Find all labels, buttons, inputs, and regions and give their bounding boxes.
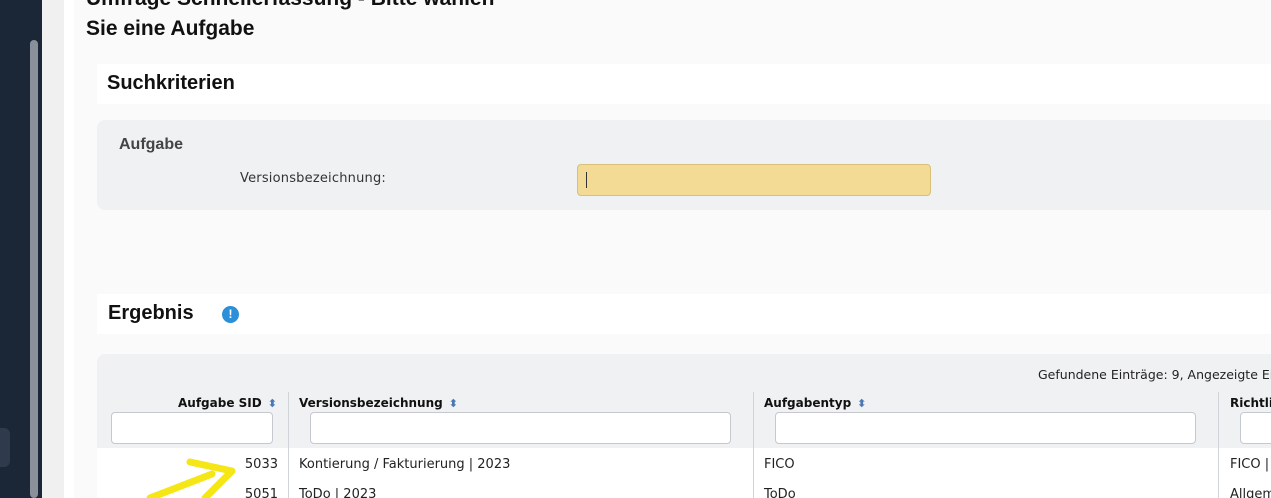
sort-icon[interactable]: ⬍ [268, 397, 277, 410]
cell-version[interactable]: ToDo | 2023 [299, 487, 376, 498]
sidebar-scrollbar-thumb[interactable] [30, 40, 38, 498]
result-table-body: 5033 Kontierung / Fakturierung | 2023 FI… [97, 448, 1271, 498]
sidebar-item[interactable] [0, 428, 10, 467]
page-title-line2: Sie eine Aufgabe [86, 17, 255, 40]
sort-icon[interactable]: ⬍ [449, 397, 458, 410]
filter-guideline-input[interactable] [1240, 412, 1271, 444]
column-header-sid[interactable]: Aufgabe SID ⬍ [178, 396, 277, 410]
result-section-header: Ergebnis [97, 294, 1271, 334]
criteria-group-label: Aufgabe [119, 136, 183, 153]
text-cursor [586, 172, 587, 188]
page-title-line1: Umfrage Schnellerfassung - Bitte wählen [86, 0, 494, 11]
cell-guideline[interactable]: Allgem [1230, 487, 1271, 498]
cell-guideline[interactable]: FICO | [1230, 457, 1269, 472]
cell-version[interactable]: Kontierung / Fakturierung | 2023 [299, 457, 510, 472]
cell-sid[interactable]: 5051 [218, 487, 278, 498]
column-header-label: Aufgabe SID [178, 396, 262, 410]
main-area: Umfrage Schnellerfassung - Bitte wählen … [64, 0, 1271, 498]
sidebar-scrollbar-track [42, 0, 64, 498]
column-header-label: Versionsbezeichnung [299, 396, 443, 410]
page-content: Umfrage Schnellerfassung - Bitte wählen … [74, 0, 1271, 498]
column-header-guideline[interactable]: Richtli [1230, 396, 1271, 410]
column-header-type[interactable]: Aufgabentyp ⬍ [764, 396, 866, 410]
criteria-section-header: Suchkriterien [97, 64, 1271, 104]
column-header-label: Richtli [1230, 396, 1271, 410]
column-separator [753, 448, 754, 498]
filter-version-input[interactable] [310, 412, 731, 444]
column-separator [288, 448, 289, 498]
filter-sid-input[interactable] [111, 412, 273, 444]
cell-sid[interactable]: 5033 [218, 457, 278, 472]
column-header-version[interactable]: Versionsbezeichnung ⬍ [299, 396, 458, 410]
cell-type[interactable]: FICO [764, 457, 795, 472]
version-field-label: Versionsbezeichnung: [240, 171, 386, 186]
filter-type-input[interactable] [775, 412, 1196, 444]
criteria-panel: Aufgabe Versionsbezeichnung: [97, 120, 1271, 210]
sort-icon[interactable]: ⬍ [857, 397, 866, 410]
column-separator [1218, 448, 1219, 498]
info-icon[interactable]: ! [222, 306, 239, 323]
version-search-input[interactable] [577, 164, 931, 196]
result-count-text: Gefundene Einträge: 9, Angezeigte Eint [1038, 367, 1271, 382]
result-heading: Ergebnis [108, 302, 194, 324]
criteria-heading: Suchkriterien [107, 72, 235, 94]
column-header-label: Aufgabentyp [764, 396, 852, 410]
cell-type[interactable]: ToDo [764, 487, 796, 498]
